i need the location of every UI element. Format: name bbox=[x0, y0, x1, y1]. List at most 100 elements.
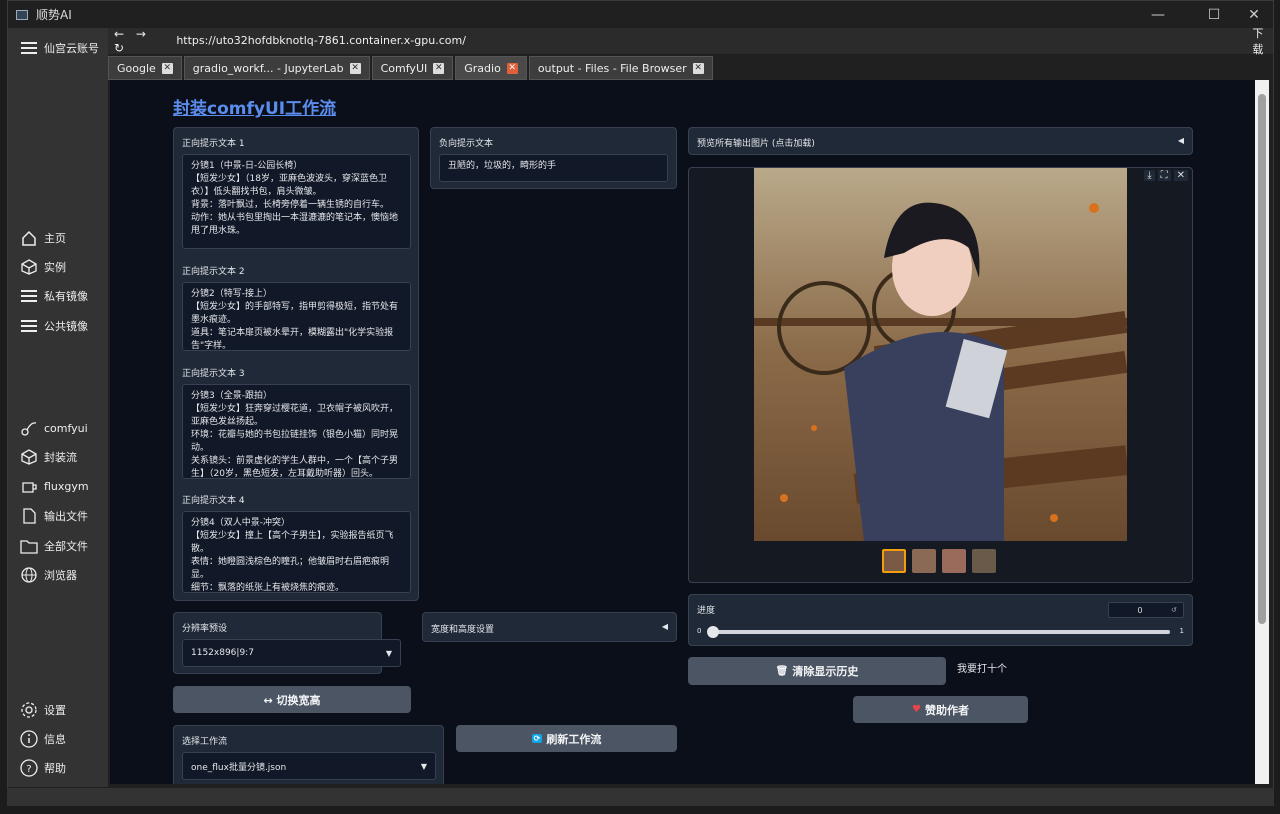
prompt-2-textarea[interactable]: 分镜2（特写-接上） 【短发少女】的手部特写，指甲剪得极短，指节处有墨水痕迹。 … bbox=[182, 282, 411, 351]
resolution-dropdown[interactable]: 1152x896|9:7 ▼ bbox=[182, 639, 401, 667]
page-title[interactable]: 封装comfyUI工作流 bbox=[173, 94, 336, 119]
account-menu[interactable]: 仙宫云账号 bbox=[20, 37, 99, 59]
swap-width-height-button[interactable]: ↔ 切换宽高 bbox=[173, 686, 411, 713]
workflow-label: 选择工作流 bbox=[182, 737, 228, 747]
close-icon[interactable]: ✕ bbox=[349, 62, 361, 74]
thumbnail[interactable] bbox=[942, 549, 966, 573]
url-field[interactable]: https://uto32hofdbknotlq-7861.container.… bbox=[174, 33, 1244, 49]
sidebar-item-browser[interactable]: 浏览器 bbox=[20, 564, 77, 586]
prompt-4-textarea[interactable]: 分镜4（双人中景-冲突） 【短发少女】撞上【高个子男生】，实验报告纸页飞散。 表… bbox=[182, 511, 411, 593]
refresh-icon: ⟳ bbox=[531, 734, 543, 743]
thumbnail-strip bbox=[882, 549, 996, 573]
sidebar-item-wrapped-flow[interactable]: 封装流 bbox=[20, 446, 77, 468]
account-label: 仙宫云账号 bbox=[44, 42, 99, 55]
size-settings-label: 宽度和高度设置 bbox=[431, 625, 495, 635]
positive-prompts-panel: 正向提示文本 1 分镜1（中景-日-公园长椅） 【短发少女】（18岁，亚麻色波波… bbox=[173, 127, 419, 601]
prompt-1-textarea[interactable]: 分镜1（中景-日-公园长椅） 【短发少女】（18岁，亚麻色波波头，穿深蓝色卫衣）… bbox=[182, 154, 411, 249]
clear-history-button[interactable]: 🗑 清除显示历史 bbox=[688, 657, 946, 685]
refresh-workflow-button[interactable]: ⟳ 刷新工作流 bbox=[456, 725, 677, 752]
tab-comfyui[interactable]: ComfyUI ✕ bbox=[371, 56, 454, 80]
layers-icon bbox=[20, 287, 38, 305]
thumbnail[interactable] bbox=[912, 549, 936, 573]
reset-icon[interactable]: ↺ bbox=[1171, 606, 1183, 614]
home-icon bbox=[20, 229, 38, 247]
page-scrollbar[interactable] bbox=[1255, 80, 1269, 784]
chevron-down-icon: ▼ bbox=[385, 648, 392, 658]
sidebar-item-info[interactable]: 信息 bbox=[20, 728, 66, 750]
gallery-accordion[interactable]: 预览所有输出图片 (点击加载) ◀ bbox=[688, 127, 1193, 155]
negative-prompt-label: 负向提示文本 bbox=[439, 139, 494, 149]
slider-min: 0 bbox=[697, 627, 702, 635]
sidebar-item-label: 浏览器 bbox=[44, 569, 77, 582]
gallery-toolbar: ⤓ ⛶ ✕ bbox=[1144, 170, 1188, 181]
desktop: 顺势AI — ☐ ✕ 仙宫云账号 主页 实例 私有镜像 公共镜像 comfyui bbox=[0, 0, 1280, 814]
size-settings-accordion[interactable]: 宽度和高度设置 ◀ bbox=[422, 612, 677, 642]
preview-image[interactable] bbox=[754, 168, 1129, 541]
minimize-button[interactable]: — bbox=[1138, 1, 1178, 28]
tab-jupyterlab[interactable]: gradio_workf... - JupyterLab ✕ bbox=[183, 56, 370, 80]
sidebar-item-home[interactable]: 主页 bbox=[20, 227, 66, 249]
sidebar-item-help[interactable]: ? 帮助 bbox=[20, 757, 66, 779]
collapse-triangle-icon: ◀ bbox=[1177, 136, 1184, 145]
prompt-1-label: 正向提示文本 1 bbox=[182, 139, 245, 149]
prompt-2-label: 正向提示文本 2 bbox=[182, 267, 245, 277]
workflow-dropdown[interactable]: one_flux批量分镜.json ▼ bbox=[182, 752, 436, 780]
help-icon: ? bbox=[20, 759, 38, 777]
menu-icon bbox=[20, 39, 38, 57]
resolution-value: 1152x896|9:7 bbox=[191, 648, 254, 658]
window-title: 顺势AI bbox=[36, 8, 72, 22]
sidebar-item-public-images[interactable]: 公共镜像 bbox=[20, 315, 88, 337]
progress-label: 进度 bbox=[697, 606, 716, 616]
sidebar-item-label: 私有镜像 bbox=[44, 290, 88, 303]
svg-text:?: ? bbox=[26, 764, 31, 775]
close-icon[interactable]: ✕ bbox=[692, 62, 704, 74]
sidebar-item-label: 设置 bbox=[44, 704, 66, 717]
cup-icon bbox=[20, 477, 38, 495]
sponsor-label: 赞助作者 bbox=[924, 703, 969, 717]
title-bar: 顺势AI — ☐ ✕ bbox=[8, 1, 1273, 28]
gradio-page: 封装comfyUI工作流 正向提示文本 1 分镜1（中景-日-公园长椅） 【短发… bbox=[110, 80, 1255, 784]
sidebar-item-private-images[interactable]: 私有镜像 bbox=[20, 285, 88, 307]
sidebar-item-comfyui[interactable]: comfyui bbox=[20, 417, 88, 439]
prompt-4-label: 正向提示文本 4 bbox=[182, 496, 245, 506]
nav-buttons[interactable]: ← → ↻ bbox=[114, 27, 168, 55]
scrollbar-thumb[interactable] bbox=[1258, 94, 1266, 624]
download-button[interactable]: 下载 bbox=[1252, 25, 1273, 57]
sidebar-item-output-files[interactable]: 输出文件 bbox=[20, 505, 88, 527]
thumbnail[interactable] bbox=[972, 549, 996, 573]
file-icon bbox=[20, 507, 38, 525]
progress-slider[interactable] bbox=[713, 630, 1170, 634]
prompt-3-textarea[interactable]: 分镜3（全景-跟拍） 【短发少女】狂奔穿过樱花道，卫衣帽子被风吹开，亚麻色发丝扬… bbox=[182, 384, 411, 479]
progress-number-input[interactable]: 0 ↺ bbox=[1108, 602, 1184, 618]
tab-label: Google bbox=[117, 61, 156, 75]
sidebar-item-all-files[interactable]: 全部文件 bbox=[20, 535, 88, 557]
slider-thumb[interactable] bbox=[707, 626, 719, 638]
collapse-triangle-icon: ◀ bbox=[661, 622, 668, 631]
close-icon[interactable]: ✕ bbox=[161, 62, 173, 74]
chevron-down-icon: ▼ bbox=[420, 761, 427, 771]
status-bar bbox=[7, 788, 1274, 806]
close-icon[interactable]: ✕ bbox=[506, 62, 518, 74]
negative-prompt-textarea[interactable]: 丑陋的，垃圾的，畸形的手 bbox=[439, 154, 668, 182]
globe-icon bbox=[20, 566, 38, 584]
close-icon[interactable]: ✕ bbox=[1173, 170, 1188, 181]
maximize-button[interactable]: ☐ bbox=[1194, 1, 1234, 28]
download-icon[interactable]: ⤓ bbox=[1144, 170, 1155, 181]
sidebar-item-label: 信息 bbox=[44, 733, 66, 746]
sidebar-item-settings[interactable]: 设置 bbox=[20, 699, 66, 721]
close-button[interactable]: ✕ bbox=[1234, 1, 1274, 28]
sidebar-item-fluxgym[interactable]: fluxgym bbox=[20, 475, 89, 497]
fullscreen-icon[interactable]: ⛶ bbox=[1157, 170, 1171, 181]
prompt-3-label: 正向提示文本 3 bbox=[182, 369, 245, 379]
clear-history-label: 清除显示历史 bbox=[792, 665, 859, 678]
slider-max: 1 bbox=[1179, 627, 1184, 635]
tab-file-browser[interactable]: output - Files - File Browser ✕ bbox=[528, 56, 713, 80]
refresh-workflow-label: 刷新工作流 bbox=[546, 732, 602, 746]
tab-google[interactable]: Google ✕ bbox=[108, 56, 182, 80]
thumbnail[interactable] bbox=[882, 549, 906, 573]
close-icon[interactable]: ✕ bbox=[433, 62, 445, 74]
sidebar-item-instances[interactable]: 实例 bbox=[20, 256, 66, 278]
tab-gradio[interactable]: Gradio ✕ bbox=[455, 56, 527, 80]
sponsor-button[interactable]: ♥ 赞助作者 bbox=[853, 696, 1028, 723]
cube-icon bbox=[20, 448, 38, 466]
